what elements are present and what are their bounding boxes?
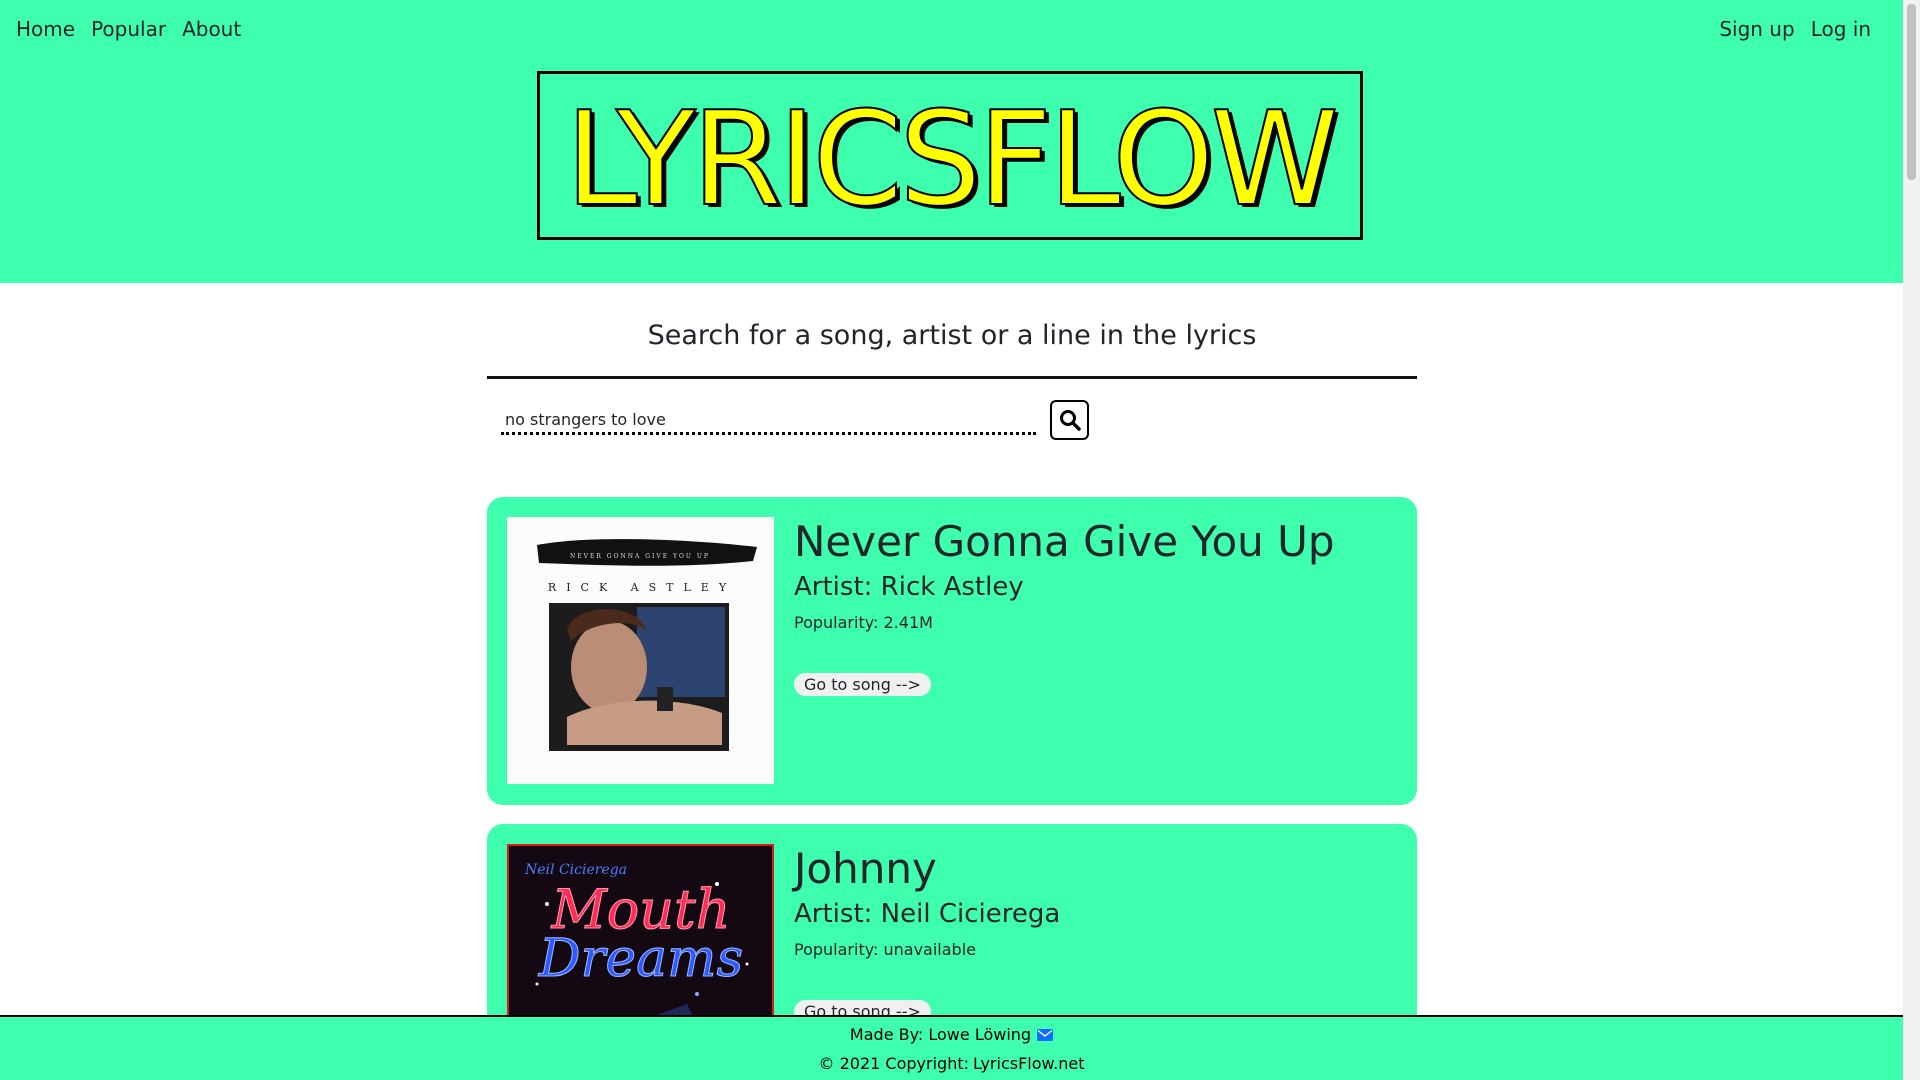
copyright-text: © 2021 Copyright: xyxy=(818,1054,969,1073)
nav-popular-link[interactable]: Popular xyxy=(91,17,166,41)
made-by-text: Made By: Lowe Löwing xyxy=(849,1025,1032,1044)
header: Home Popular About Sign up Log in LYRICS… xyxy=(0,0,1903,283)
cover-top-text: Neil Cicierega xyxy=(524,862,627,878)
footer-credit: Made By: Lowe Löwing xyxy=(0,1025,1903,1044)
search-input[interactable] xyxy=(501,407,1036,435)
song-artist: Artist: Rick Astley xyxy=(794,572,1024,602)
result-card: NEVER GONNA GIVE YOU UP RICK ASTLEY Neve… xyxy=(487,497,1417,805)
song-title: Never Gonna Give You Up xyxy=(794,517,1335,566)
cover-artist-text: RICK ASTLEY xyxy=(548,581,736,594)
site-logo: LYRICSFLOW xyxy=(537,71,1363,240)
search-heading: Search for a song, artist or a line in t… xyxy=(647,320,1257,351)
cover-title-line-2: Dreams xyxy=(538,929,743,989)
search-button[interactable] xyxy=(1050,400,1089,440)
song-popularity: Popularity: unavailable xyxy=(794,940,976,959)
footer-site-link[interactable]: LyricsFlow.net xyxy=(973,1054,1084,1073)
song-popularity: Popularity: 2.41M xyxy=(794,613,933,632)
logo-text: LYRICSFLOW xyxy=(564,82,1340,235)
cover-top-text: NEVER GONNA GIVE YOU UP xyxy=(570,553,710,560)
scrollbar-thumb[interactable] xyxy=(1907,4,1916,180)
nav-right: Sign up Log in xyxy=(1719,17,1871,41)
page: Home Popular About Sign up Log in LYRICS… xyxy=(0,0,1903,1080)
search-icon xyxy=(1059,410,1081,431)
nav-about-link[interactable]: About xyxy=(182,17,241,41)
footer: Made By: Lowe Löwing © 2021 Copyright: L… xyxy=(0,1015,1903,1080)
search-divider xyxy=(487,376,1417,379)
footer-copyright: © 2021 Copyright: LyricsFlow.net xyxy=(0,1054,1903,1073)
song-title: Johnny xyxy=(794,844,937,893)
nav-left: Home Popular About xyxy=(16,17,241,41)
song-artist: Artist: Neil Cicierega xyxy=(794,899,1061,929)
album-cover-image: NEVER GONNA GIVE YOU UP RICK ASTLEY xyxy=(507,517,774,784)
nav-home-link[interactable]: Home xyxy=(16,17,75,41)
nav-signup-link[interactable]: Sign up xyxy=(1719,17,1794,41)
go-to-song-button[interactable]: Go to song --> xyxy=(794,673,931,696)
envelope-icon[interactable] xyxy=(1037,1028,1054,1041)
vertical-scrollbar[interactable] xyxy=(1903,0,1920,1080)
nav-login-link[interactable]: Log in xyxy=(1811,17,1871,41)
